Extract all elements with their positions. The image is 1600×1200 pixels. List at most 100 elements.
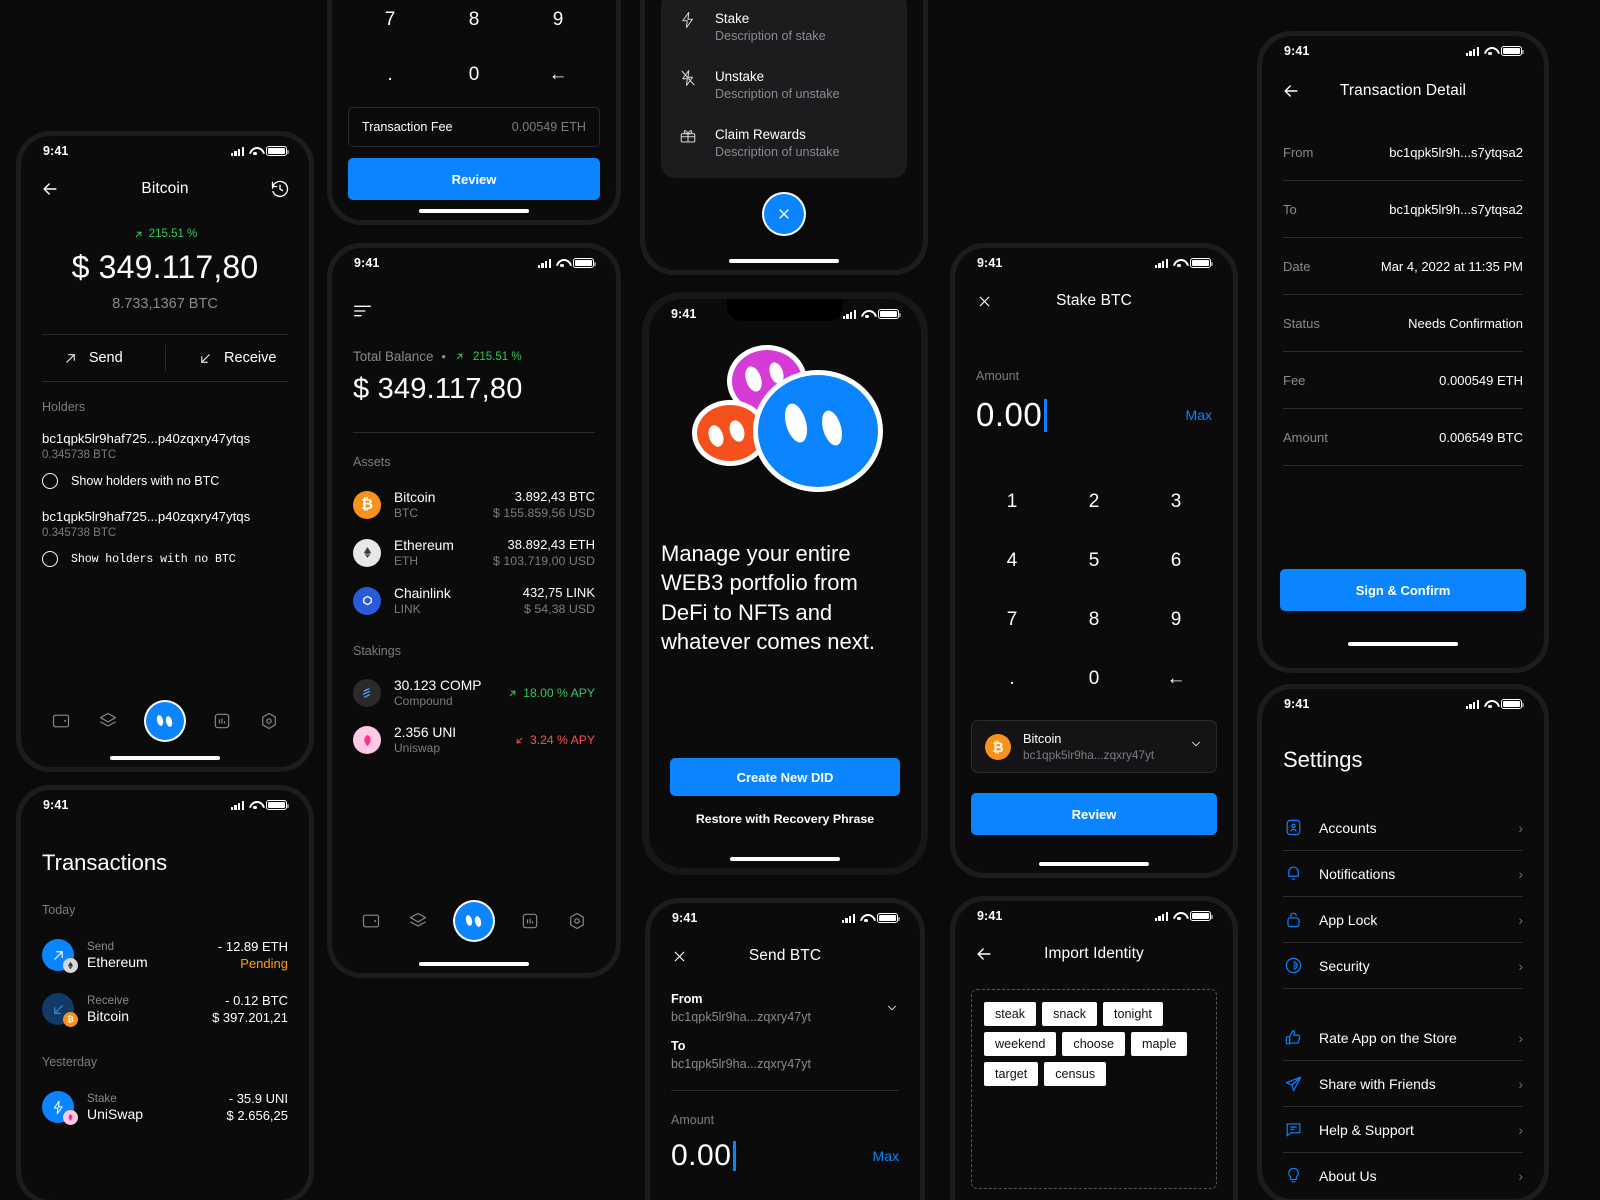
status-time: 9:41 <box>977 256 1003 270</box>
sidebar-item-notifications[interactable]: Notifications › <box>1283 851 1523 896</box>
tab-settings-icon[interactable] <box>567 911 587 931</box>
key-9[interactable]: 9 <box>1135 591 1217 650</box>
asset-row[interactable]: ₿ Bitcoin BTC 3.892,43 BTC $ 155.859,56 … <box>353 489 595 520</box>
tab-home-avatar[interactable] <box>454 902 493 940</box>
phone-onboarding: 9:41 Manage your entire WEB3 portfolio f… <box>642 292 928 875</box>
key-0[interactable]: 0 <box>432 47 516 102</box>
chevron-down-icon[interactable] <box>885 1001 899 1020</box>
cellular-icon <box>230 146 244 156</box>
key-8[interactable]: 8 <box>1053 591 1135 650</box>
amount-input[interactable]: 0.00 <box>671 1139 736 1173</box>
history-icon[interactable] <box>269 178 291 200</box>
key-backspace[interactable]: ← <box>1135 649 1217 708</box>
ethereum-icon <box>353 538 381 567</box>
key-6[interactable]: 6 <box>1135 532 1217 591</box>
sidebar-item-help-support[interactable]: Help & Support › <box>1283 1107 1523 1152</box>
show-empty-holders-toggle[interactable]: Show holders with no BTC <box>42 551 288 567</box>
sidebar-item-accounts[interactable]: Accounts › <box>1283 805 1523 850</box>
key-2[interactable]: 2 <box>1053 473 1135 532</box>
to-field[interactable]: To bc1qpk5lr9ha...zqxry47yt <box>650 1024 920 1071</box>
max-button[interactable]: Max <box>1186 407 1212 423</box>
amount-input[interactable]: 0.00 <box>976 396 1047 434</box>
radio-icon[interactable] <box>42 473 58 489</box>
radio-icon[interactable] <box>42 551 58 567</box>
transaction-row[interactable]: Stake UniSwap - 35.9 UNI $ 2.656,25 <box>42 1091 288 1125</box>
key-3[interactable]: 3 <box>1135 473 1217 532</box>
sheet-item-stake[interactable]: Stake Description of stake <box>661 0 907 56</box>
holders-label: Holders <box>42 400 86 414</box>
recovery-phrase-dropzone[interactable]: steak snack tonight weekend choose maple… <box>971 989 1217 1189</box>
account-selector[interactable]: ₿ Bitcoin bc1qpk5lr9ha...zqxry47yt <box>971 720 1217 773</box>
sign-confirm-button[interactable]: Sign & Confirm <box>1280 569 1526 611</box>
create-did-button[interactable]: Create New DID <box>670 758 900 796</box>
restore-recovery-link[interactable]: Restore with Recovery Phrase <box>649 812 921 826</box>
key-5[interactable]: 5 <box>1053 532 1135 591</box>
sidebar-item-security[interactable]: Security › <box>1283 943 1523 988</box>
key-7[interactable]: 7 <box>971 591 1053 650</box>
chevron-right-icon: › <box>1518 957 1523 974</box>
tab-wallet-icon[interactable] <box>361 911 381 931</box>
back-icon[interactable] <box>1280 80 1302 102</box>
from-field[interactable]: From bc1qpk5lr9ha...zqxry47yt <box>650 979 920 1024</box>
sheet-item-unstake[interactable]: Unstake Description of unstake <box>661 56 907 114</box>
asset-row[interactable]: Ethereum ETH 38.892,43 ETH $ 103.719,00 … <box>353 537 595 568</box>
key-decimal[interactable]: . <box>971 649 1053 708</box>
word-chip[interactable]: weekend <box>984 1032 1057 1056</box>
receive-button[interactable]: Receive <box>166 350 310 366</box>
tab-layers-icon[interactable] <box>408 911 428 931</box>
tab-stats-icon[interactable] <box>520 911 540 931</box>
headline: Manage your entire WEB3 portfolio from D… <box>661 541 875 654</box>
review-button[interactable]: Review <box>971 793 1217 835</box>
close-icon[interactable] <box>973 290 995 312</box>
detail-value: bc1qpk5lr9h...s7ytqsa2 <box>1389 144 1523 160</box>
chevron-down-icon[interactable] <box>1189 737 1203 756</box>
settings-group-secondary: Rate App on the Store › Share with Frien… <box>1283 1015 1523 1198</box>
sheet-item-claim-rewards[interactable]: Claim Rewards Description of unstake <box>661 114 907 172</box>
word-chip[interactable]: census <box>1044 1062 1107 1086</box>
key-4[interactable]: 4 <box>971 532 1053 591</box>
menu-icon[interactable] <box>353 300 375 322</box>
tab-layers-icon[interactable] <box>98 711 118 731</box>
transaction-row[interactable]: ₿ Receive Bitcoin - 0.12 BTC $ 397.201,2… <box>42 993 288 1027</box>
key-7[interactable]: 7 <box>348 0 432 47</box>
key-9[interactable]: 9 <box>516 0 600 47</box>
key-decimal[interactable]: . <box>348 47 432 102</box>
detail-row-from: From bc1qpk5lr9h...s7ytqsa2 <box>1283 124 1523 180</box>
max-button[interactable]: Max <box>873 1148 899 1164</box>
transaction-row[interactable]: Send Ethereum - 12.89 ETH Pending <box>42 939 288 973</box>
toggle-label: Show holders with no BTC <box>71 474 220 488</box>
sidebar-item-app-lock[interactable]: App Lock › <box>1283 897 1523 942</box>
sidebar-item-share[interactable]: Share with Friends › <box>1283 1061 1523 1106</box>
tab-settings-icon[interactable] <box>259 711 279 731</box>
send-button[interactable]: Send <box>21 350 165 366</box>
word-chip[interactable]: steak <box>984 1002 1037 1026</box>
word-chip[interactable]: choose <box>1062 1032 1126 1056</box>
word-chip[interactable]: tonight <box>1103 1002 1163 1026</box>
back-icon[interactable] <box>973 943 995 965</box>
asset-row[interactable]: Chainlink LINK 432,75 LINK $ 54,38 USD <box>353 585 595 616</box>
close-icon[interactable] <box>668 945 690 967</box>
word-chip[interactable]: target <box>984 1062 1039 1086</box>
from-label: From <box>671 992 703 1006</box>
back-icon[interactable] <box>39 178 61 200</box>
key-1[interactable]: 1 <box>971 473 1053 532</box>
close-sheet-button[interactable] <box>764 194 804 234</box>
staking-row[interactable]: 30.123 COMP Compound 18.00 % APY <box>353 678 595 708</box>
key-0[interactable]: 0 <box>1053 649 1135 708</box>
key-8[interactable]: 8 <box>432 0 516 47</box>
staking-row[interactable]: 2.356 UNI Uniswap 3.24 % APY <box>353 725 595 755</box>
sidebar-item-rate-app[interactable]: Rate App on the Store › <box>1283 1015 1523 1060</box>
show-empty-holders-toggle[interactable]: Show holders with no BTC <box>42 473 288 489</box>
stakings-label: Stakings <box>353 644 401 658</box>
word-chip[interactable]: snack <box>1042 1002 1098 1026</box>
review-button[interactable]: Review <box>348 158 600 200</box>
word-chip[interactable]: maple <box>1131 1032 1188 1056</box>
amount-value: 0.00 <box>671 1139 732 1172</box>
phone-stake-options: Stake Description of stake Unstake Descr… <box>640 0 928 275</box>
tab-stats-icon[interactable] <box>212 711 232 731</box>
tab-wallet-icon[interactable] <box>51 711 71 731</box>
sidebar-item-about-us[interactable]: About Us › <box>1283 1153 1523 1198</box>
key-backspace[interactable]: ← <box>516 47 600 102</box>
tab-home-avatar[interactable] <box>145 702 184 740</box>
amount-label: Amount <box>976 369 1020 383</box>
